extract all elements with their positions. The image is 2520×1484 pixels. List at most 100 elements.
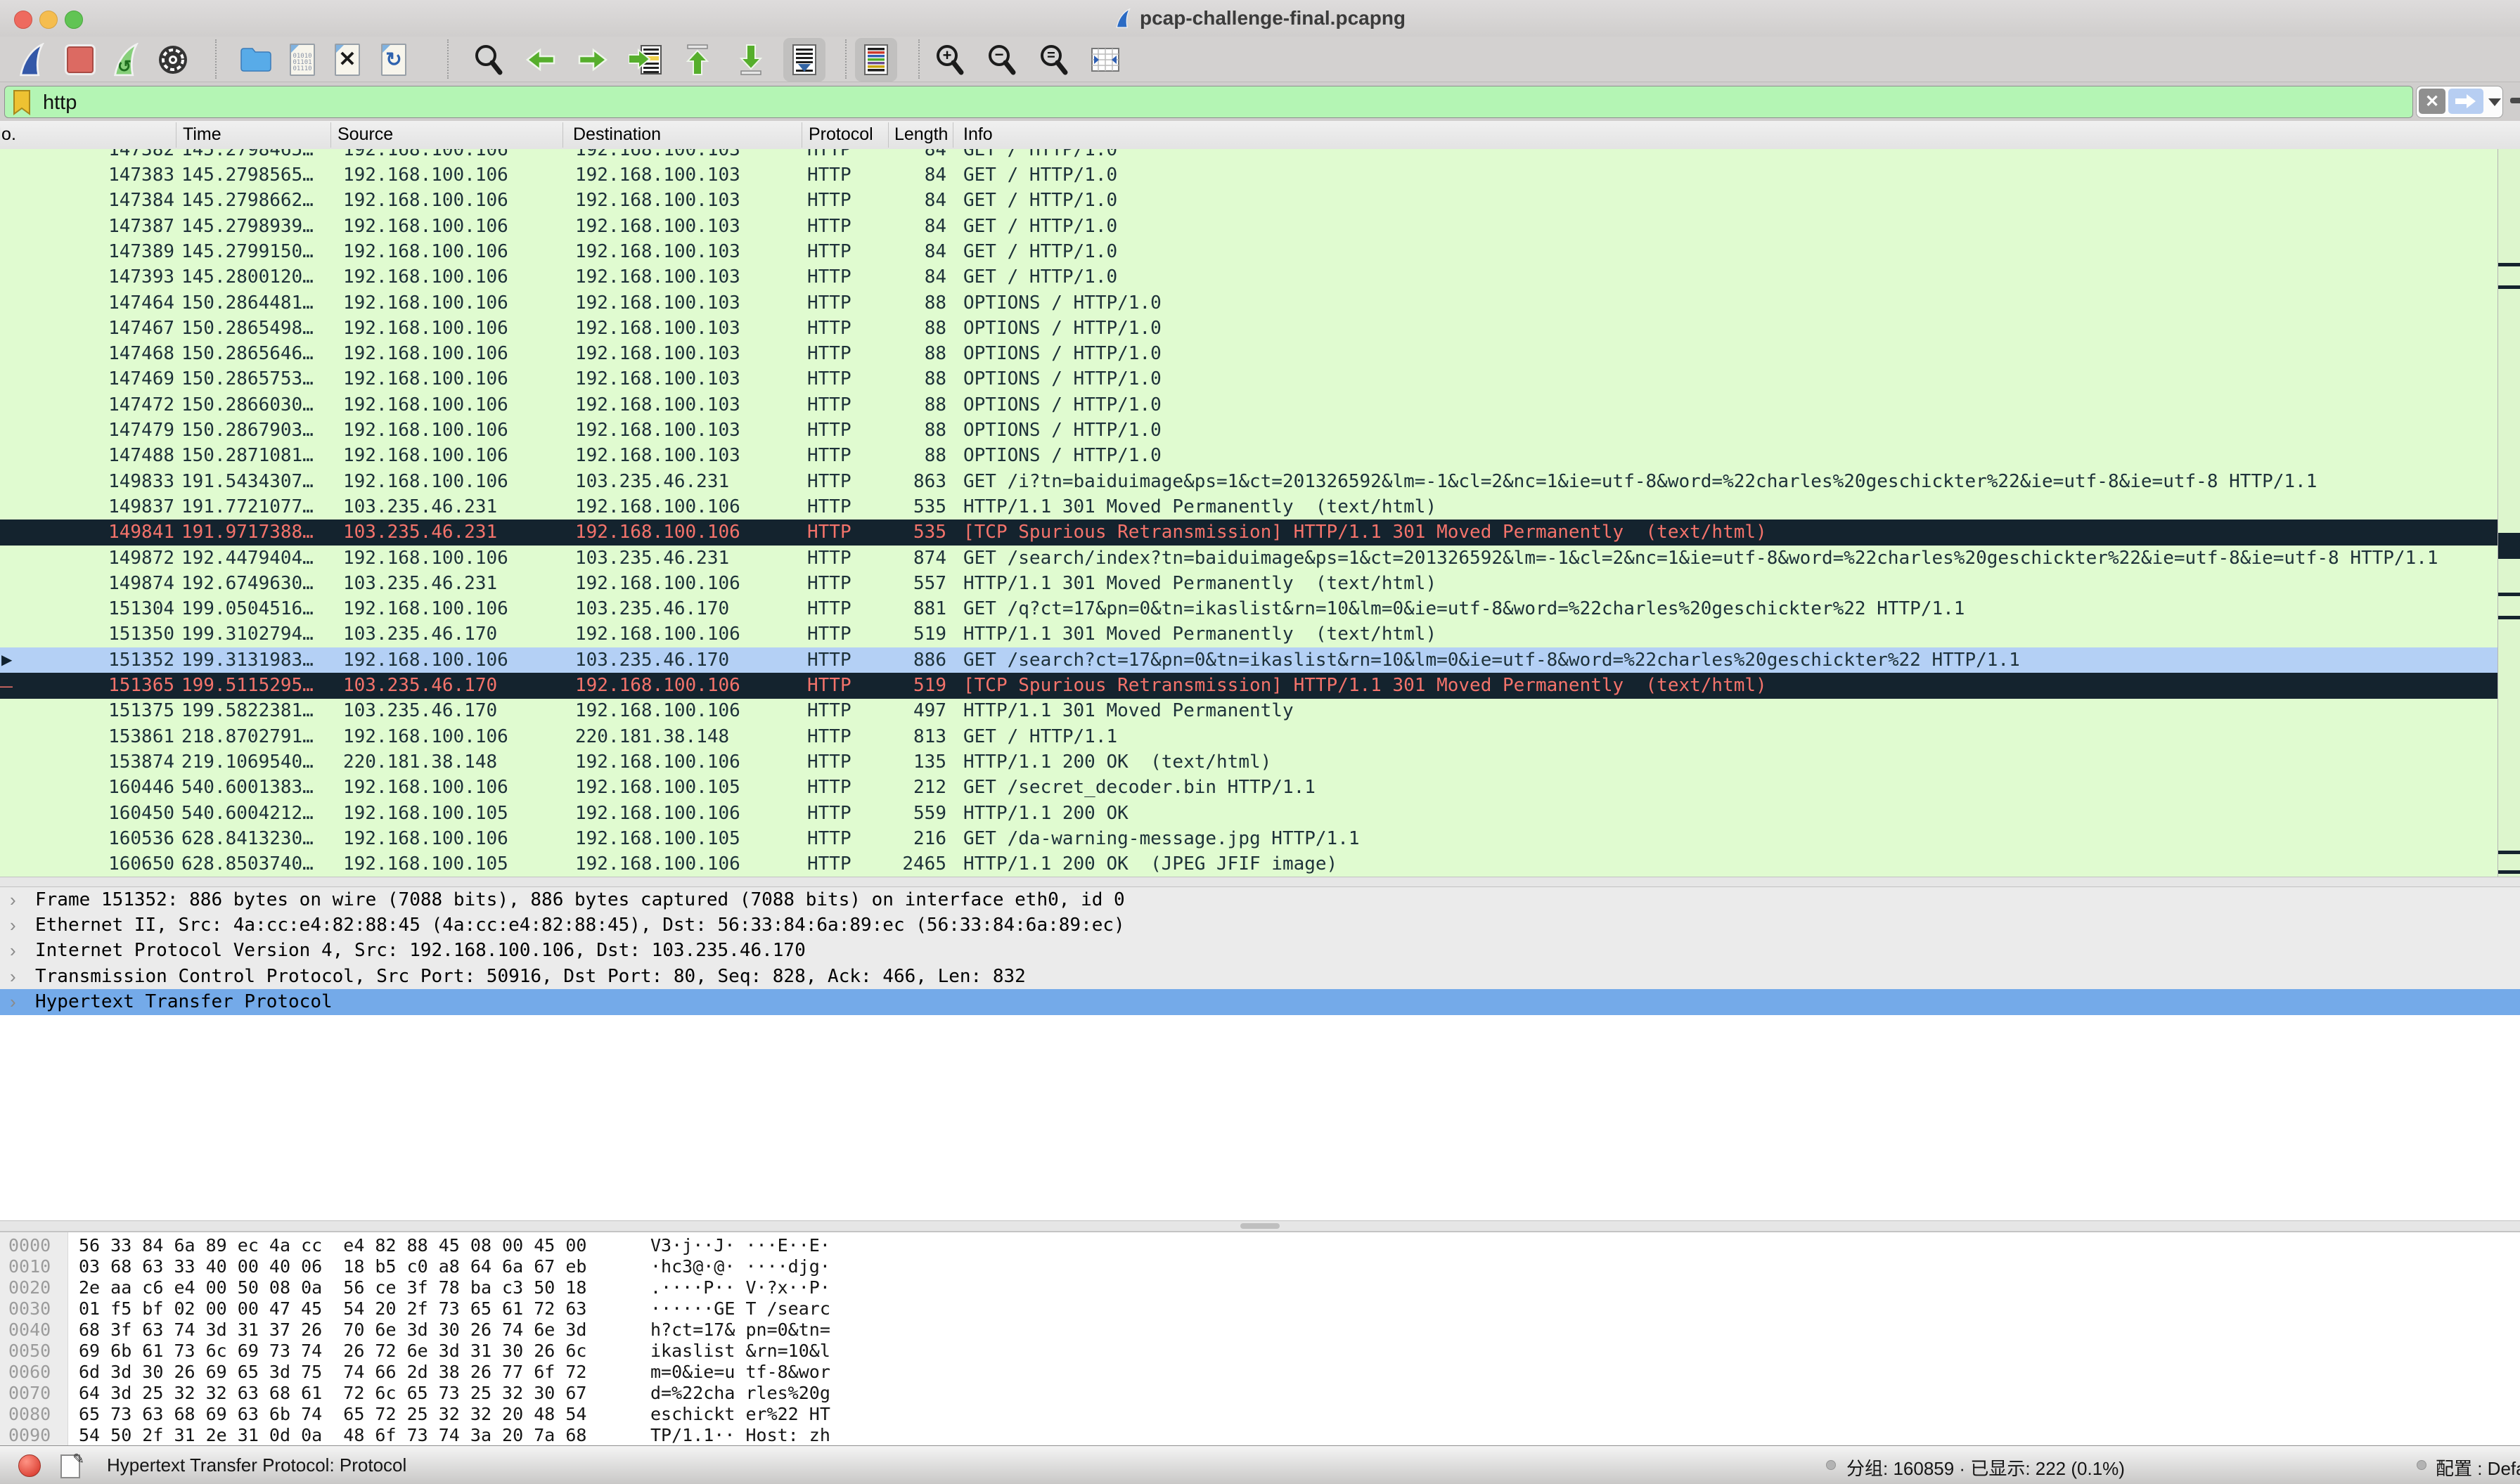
status-profile[interactable]: 配置 : Defa xyxy=(2436,1454,2520,1480)
hex-row[interactable]: 001003 68 63 33 40 00 40 06 18 b5 c0 a8 … xyxy=(0,1256,2520,1277)
bookmark-icon[interactable] xyxy=(12,89,33,116)
save-file-button[interactable]: 010100110101110 xyxy=(281,38,323,82)
packet-row[interactable]: 147467150.2865498…192.168.100.106192.168… xyxy=(0,316,2498,342)
packet-row[interactable]: 149872192.4479404…192.168.100.106103.235… xyxy=(0,546,2498,572)
go-back-button[interactable] xyxy=(519,38,561,82)
hex-row[interactable]: 00606d 3d 30 26 69 65 3d 75 74 66 2d 38 … xyxy=(0,1362,2520,1383)
filter-clear-button[interactable]: ✕ xyxy=(2419,89,2445,114)
col-header-info[interactable]: Info xyxy=(963,124,993,145)
stop-capture-button[interactable] xyxy=(59,38,101,82)
zoom-in-icon: + xyxy=(933,43,965,77)
expert-info-icon[interactable] xyxy=(18,1454,41,1477)
detail-text: Internet Protocol Version 4, Src: 192.16… xyxy=(35,938,806,963)
capture-options-button[interactable] xyxy=(152,38,194,82)
hex-row[interactable]: 005069 6b 61 73 6c 69 73 74 26 72 6e 3d … xyxy=(0,1341,2520,1362)
hex-row[interactable]: 007064 3d 25 32 32 63 68 61 72 6c 65 73 … xyxy=(0,1383,2520,1404)
packet-row[interactable]: 160650628.8503740…192.168.100.105192.168… xyxy=(0,851,2498,877)
capture-comment-icon[interactable] xyxy=(60,1454,80,1478)
cell-info: OPTIONS / HTTP/1.0 xyxy=(963,392,2489,418)
find-packet-button[interactable] xyxy=(467,38,509,82)
pane-splitter[interactable] xyxy=(0,877,2520,887)
auto-scroll-icon xyxy=(790,44,818,76)
cell-time: 145.2798565… xyxy=(181,162,328,188)
packet-row[interactable]: 151350199.3102794…103.235.46.170192.168.… xyxy=(0,621,2498,647)
packet-row[interactable]: 147468150.2865646…192.168.100.106192.168… xyxy=(0,341,2498,367)
packet-row[interactable]: 151375199.5822381…103.235.46.170192.168.… xyxy=(0,698,2498,724)
toolbar-separator xyxy=(447,39,449,79)
packet-row[interactable]: 147387145.2798939…192.168.100.106192.168… xyxy=(0,214,2498,240)
cell-time: 145.2798662… xyxy=(181,188,328,213)
packet-row[interactable]: 160446540.6001383…192.168.100.106192.168… xyxy=(0,775,2498,801)
cell-time: 628.8503740… xyxy=(181,851,328,877)
packet-row[interactable]: 147393145.2800120…192.168.100.106192.168… xyxy=(0,264,2498,290)
restart-capture-button[interactable]: ↺ xyxy=(105,38,148,82)
packet-row[interactable]: 147382145.2798465…192.168.100.106192.168… xyxy=(0,149,2498,162)
packet-row[interactable]: 149833191.5434307…192.168.100.106103.235… xyxy=(0,469,2498,495)
auto-scroll-button[interactable] xyxy=(783,38,825,82)
zoom-out-button[interactable]: − xyxy=(980,38,1022,82)
go-first-packet-button[interactable] xyxy=(676,38,719,82)
go-to-packet-button[interactable] xyxy=(624,38,667,82)
packet-row[interactable]: ▶151352199.3131983…192.168.100.106103.23… xyxy=(0,647,2498,673)
packet-row[interactable]: 160450540.6004212…192.168.100.105192.168… xyxy=(0,801,2498,827)
filter-dropdown-chevron[interactable] xyxy=(2488,98,2501,106)
cell-destination: 192.168.100.106 xyxy=(575,673,797,698)
hex-row[interactable]: 008065 73 63 68 69 63 6b 74 65 72 25 32 … xyxy=(0,1404,2520,1425)
packet-row[interactable]: 151304199.0504516…192.168.100.106103.235… xyxy=(0,596,2498,622)
col-header-length[interactable]: Length xyxy=(894,124,951,145)
hex-row[interactable]: 00202e aa c6 e4 00 50 08 0a 56 ce 3f 78 … xyxy=(0,1277,2520,1298)
go-forward-button[interactable] xyxy=(572,38,615,82)
col-header-protocol[interactable]: Protocol xyxy=(809,124,873,145)
splitter-drag-handle[interactable] xyxy=(1240,1223,1280,1229)
packet-row[interactable]: 149837191.7721077…103.235.46.231192.168.… xyxy=(0,494,2498,520)
zoom-in-button[interactable]: + xyxy=(928,38,970,82)
start-capture-button[interactable] xyxy=(11,38,53,82)
col-header-source[interactable]: Source xyxy=(338,124,393,145)
packet-row[interactable]: 147469150.2865753…192.168.100.106192.168… xyxy=(0,366,2498,392)
packet-row[interactable]: 147479150.2867903…192.168.100.106192.168… xyxy=(0,418,2498,444)
hex-bytes: 64 3d 25 32 32 63 68 61 72 6c 65 73 25 3… xyxy=(79,1383,586,1404)
detail-line[interactable]: ›Hypertext Transfer Protocol xyxy=(0,989,2520,1015)
detail-line[interactable]: ›Frame 151352: 886 bytes on wire (7088 b… xyxy=(0,887,2520,913)
packet-row[interactable]: 147472150.2866030…192.168.100.106192.168… xyxy=(0,392,2498,418)
packet-row[interactable]: 147488150.2871081…192.168.100.106192.168… xyxy=(0,443,2498,469)
colorize-packets-button[interactable] xyxy=(855,38,897,82)
open-file-button[interactable] xyxy=(235,38,277,82)
packet-row[interactable]: 149874192.6749630…103.235.46.231192.168.… xyxy=(0,571,2498,597)
packet-row[interactable]: 147464150.2864481…192.168.100.106192.168… xyxy=(0,290,2498,316)
cell-info: GET / HTTP/1.0 xyxy=(963,149,2489,162)
packet-row[interactable]: 149841191.9717388…103.235.46.231192.168.… xyxy=(0,520,2498,546)
cell-source: 220.181.38.148 xyxy=(343,749,558,775)
filter-button-group: ✕ xyxy=(2416,86,2503,118)
col-header-no[interactable]: No. xyxy=(0,124,16,145)
detail-line[interactable]: ›Transmission Control Protocol, Src Port… xyxy=(0,964,2520,990)
packet-row[interactable]: 160536628.8413230…192.168.100.106192.168… xyxy=(0,826,2498,852)
close-file-button[interactable]: ✕ xyxy=(326,38,368,82)
col-header-destination[interactable]: Destination xyxy=(573,124,661,145)
reload-file-button[interactable]: ↻ xyxy=(373,38,415,82)
detail-line[interactable]: ›Internet Protocol Version 4, Src: 192.1… xyxy=(0,938,2520,964)
packet-row[interactable]: —151365199.5115295…103.235.46.170192.168… xyxy=(0,673,2498,699)
packet-list-scrollbar[interactable] xyxy=(2498,149,2520,877)
resize-columns-button[interactable] xyxy=(1084,38,1126,82)
hex-row[interactable]: 009054 50 2f 31 2e 31 0d 0a 48 6f 73 74 … xyxy=(0,1425,2520,1446)
zoom-100-button[interactable]: = xyxy=(1032,38,1074,82)
packet-row[interactable]: 147389145.2799150…192.168.100.106192.168… xyxy=(0,239,2498,265)
filter-apply-button[interactable] xyxy=(2448,89,2483,114)
packet-row[interactable]: 147383145.2798565…192.168.100.106192.168… xyxy=(0,162,2498,188)
cell-no: 153861 xyxy=(28,724,174,749)
col-header-time[interactable]: Time xyxy=(183,124,221,145)
pane-splitter[interactable] xyxy=(0,1220,2520,1232)
cell-source: 192.168.100.106 xyxy=(343,775,558,800)
cell-destination: 192.168.100.106 xyxy=(575,520,797,545)
hex-row[interactable]: 000056 33 84 6a 89 ec 4a cc e4 82 88 45 … xyxy=(0,1235,2520,1256)
packet-row[interactable]: 147384145.2798662…192.168.100.106192.168… xyxy=(0,188,2498,214)
hex-row[interactable]: 003001 f5 bf 02 00 00 47 45 54 20 2f 73 … xyxy=(0,1298,2520,1320)
display-filter-input[interactable]: http xyxy=(4,86,2413,118)
detail-line[interactable]: ›Ethernet II, Src: 4a:cc:e4:82:88:45 (4a… xyxy=(0,912,2520,938)
cell-no: 147384 xyxy=(28,188,174,213)
go-last-packet-button[interactable] xyxy=(730,38,772,82)
packet-row[interactable]: 153861218.8702791…192.168.100.106220.181… xyxy=(0,724,2498,750)
packet-row[interactable]: 153874219.1069540…220.181.38.148192.168.… xyxy=(0,749,2498,775)
hex-row[interactable]: 004068 3f 63 74 3d 31 37 26 70 6e 3d 30 … xyxy=(0,1320,2520,1341)
